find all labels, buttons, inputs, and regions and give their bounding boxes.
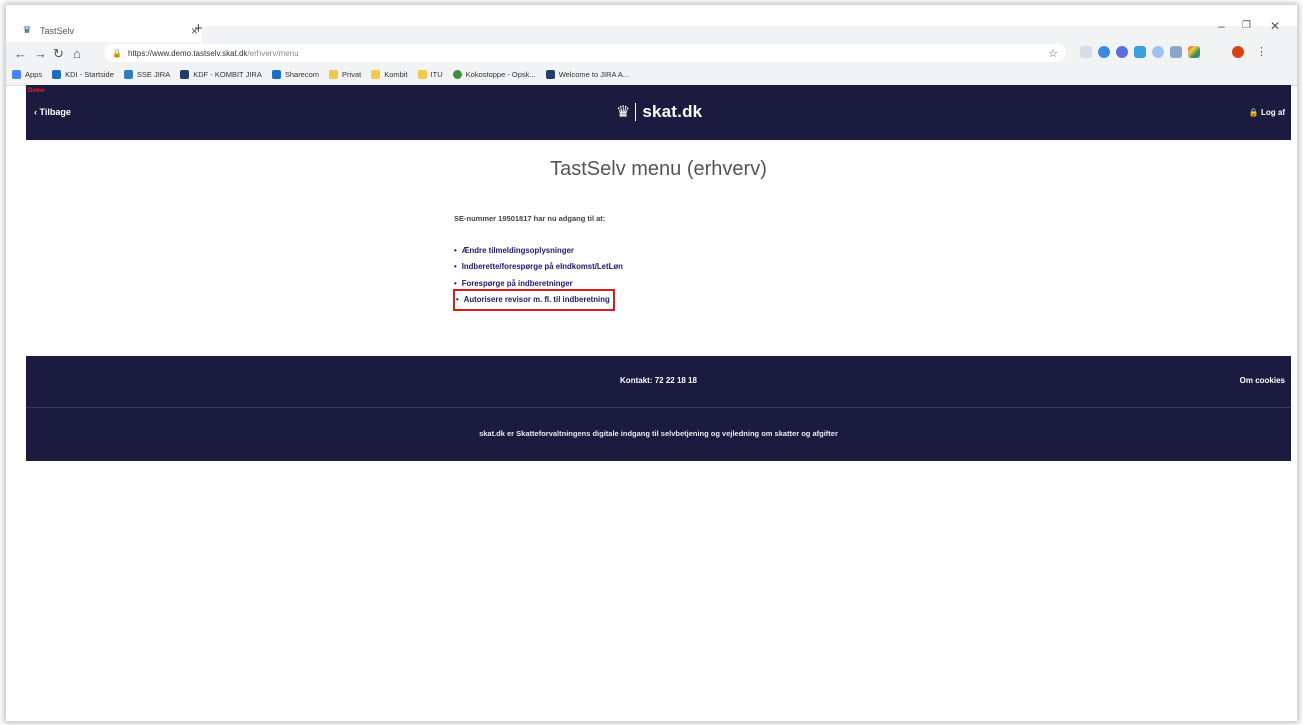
cloud-outline-icon[interactable] [1152, 46, 1164, 58]
jira-icon [180, 70, 190, 79]
back-link[interactable]: ‹ Tilbage [34, 107, 71, 117]
cloud-extension-icon[interactable] [1098, 46, 1110, 58]
bookmark-label: Kokostoppe - Opsk... [465, 70, 536, 79]
logo-divider [635, 103, 637, 121]
logout-link[interactable]: 🔒 Log af [1249, 108, 1285, 117]
bookmark-folder-kombit[interactable]: Kombit [371, 70, 408, 79]
demo-badge: Demo [28, 88, 45, 94]
bookmark-label: Sharecom [284, 70, 320, 79]
jira-icon [545, 70, 555, 79]
forward-arrow-icon[interactable]: → [34, 46, 47, 61]
bookmark-label: Privat [342, 70, 362, 79]
extension-icon[interactable] [1188, 46, 1200, 58]
tab-strip-background [202, 26, 1297, 42]
url-path: /erhverv/menu [247, 48, 299, 58]
extension-icon[interactable] [1170, 46, 1182, 58]
window-close-icon[interactable]: ✕ [1270, 19, 1280, 33]
jira-icon [123, 70, 133, 79]
lock-icon: 🔒 [112, 48, 122, 58]
browser-tab[interactable]: ♛ TastSelv × [20, 19, 198, 42]
bullet: • [454, 278, 457, 288]
bookmark-label: Welcome to JIRA A... [558, 70, 629, 79]
minimize-icon[interactable]: – [1218, 19, 1225, 33]
bookmark-sse-jira[interactable]: SSE JIRA [123, 70, 171, 79]
site-footer: Kontakt: 72 22 18 18 Om cookies skat.dk … [26, 356, 1291, 461]
restore-icon[interactable]: ❐ [1242, 20, 1251, 31]
menu-link-label: Ændre tilmeldingsoplysninger [461, 245, 574, 255]
menu-link-label: Indberette/forespørge på eIndkomst/LetLø… [461, 262, 623, 272]
apps-grid-icon [12, 70, 21, 79]
bookmark-folder-itu[interactable]: ITU [417, 70, 443, 79]
bookmark-label: Kombit [384, 70, 408, 79]
bookmark-label: Apps [25, 70, 43, 79]
sharepoint-icon [271, 70, 281, 79]
extension-icon[interactable] [1080, 46, 1092, 58]
page-title: TastSelv menu (erhverv) [550, 158, 767, 180]
folder-icon [329, 70, 339, 79]
bullet: • [454, 245, 457, 255]
url-host: https://www.demo.tastselv.skat.dk [127, 48, 248, 58]
folder-icon [371, 70, 381, 79]
extension-icon[interactable] [1116, 46, 1128, 58]
browser-window: ♛ TastSelv × + – ❐ ✕ ← → ↻ ⌂ 🔒 https://w… [6, 5, 1297, 721]
page-content: Demo ‹ Tilbage ♛ skat.dk 🔒 Log af TastSe… [26, 85, 1291, 721]
bookmark-kokostoppe[interactable]: Kokostoppe - Opsk... [452, 70, 536, 79]
bookmark-label: KDF - KOMBIT JIRA [193, 70, 262, 79]
crown-icon: ♛ [616, 104, 631, 121]
profile-avatar[interactable] [1232, 46, 1244, 58]
menu-link-indberette[interactable]: • Indberette/forespørge på eIndkomst/LetL… [454, 259, 623, 276]
extension-icon[interactable] [1134, 46, 1146, 58]
menu-link-forespoerge[interactable]: • Forespørge på indberetninger [454, 275, 623, 292]
sharepoint-icon [52, 70, 62, 79]
bookmark-kdi[interactable]: KDI - Startside [52, 70, 114, 79]
bookmark-label: SSE JIRA [136, 70, 171, 79]
leaf-icon [452, 70, 462, 79]
bookmark-jira-welcome[interactable]: Welcome to JIRA A... [545, 70, 629, 79]
star-icon[interactable]: ☆ [1048, 47, 1058, 60]
contact-info: Kontakt: 72 22 18 18 [620, 376, 697, 385]
url-bar[interactable]: 🔒 https://www.demo.tastselv.skat.dk/erhv… [104, 44, 1066, 62]
menu-link-autorisere[interactable]: • Autorisere revisor m. fl. til indberetn… [453, 288, 615, 311]
bookmark-sharecom[interactable]: Sharecom [271, 70, 320, 79]
bullet: • [456, 295, 459, 305]
access-intro: SE-nummer 19501817 har nu adgang til at: [454, 214, 606, 223]
site-header: Demo ‹ Tilbage ♛ skat.dk 🔒 Log af [26, 85, 1291, 140]
bookmark-kdf-jira[interactable]: KDF - KOMBIT JIRA [180, 70, 262, 79]
bookmark-folder-privat[interactable]: Privat [329, 70, 361, 79]
more-menu-icon[interactable]: ⋮ [1256, 45, 1267, 58]
menu-list: • Ændre tilmeldingsoplysninger • Indberett… [453, 242, 623, 311]
bookmark-apps[interactable]: Apps [12, 70, 42, 79]
site-logo[interactable]: ♛ skat.dk [616, 102, 702, 122]
bookmarks-bar: Apps KDI - Startside SSE JIRA KDF - KOMB… [6, 64, 1297, 86]
cookies-link[interactable]: Om cookies [1240, 376, 1285, 385]
footer-tagline: skat.dk er Skatteforvaltningens digitale… [479, 429, 838, 438]
tab-title: TastSelv [40, 25, 75, 36]
menu-link-aendre[interactable]: • Ændre tilmeldingsoplysninger [454, 242, 623, 259]
bullet: • [454, 262, 457, 272]
logo-text: skat.dk [642, 102, 703, 121]
address-bar-row: ← → ↻ ⌂ 🔒 https://www.demo.tastselv.skat… [6, 42, 1297, 64]
footer-divider [26, 407, 1291, 408]
menu-link-label: Autorisere revisor m. fl. til indberetni… [463, 295, 610, 305]
menu-link-label: Forespørge på indberetninger [461, 278, 573, 288]
home-icon[interactable]: ⌂ [73, 46, 81, 61]
back-arrow-icon[interactable]: ← [14, 46, 27, 61]
folder-icon [417, 70, 427, 79]
bookmark-label: KDI - Startside [65, 70, 114, 79]
bookmark-label: ITU [430, 70, 443, 79]
crown-favicon-icon: ♛ [22, 25, 32, 36]
tab-strip: ♛ TastSelv × + – ❐ ✕ [6, 5, 1297, 42]
reload-icon[interactable]: ↻ [53, 46, 64, 62]
